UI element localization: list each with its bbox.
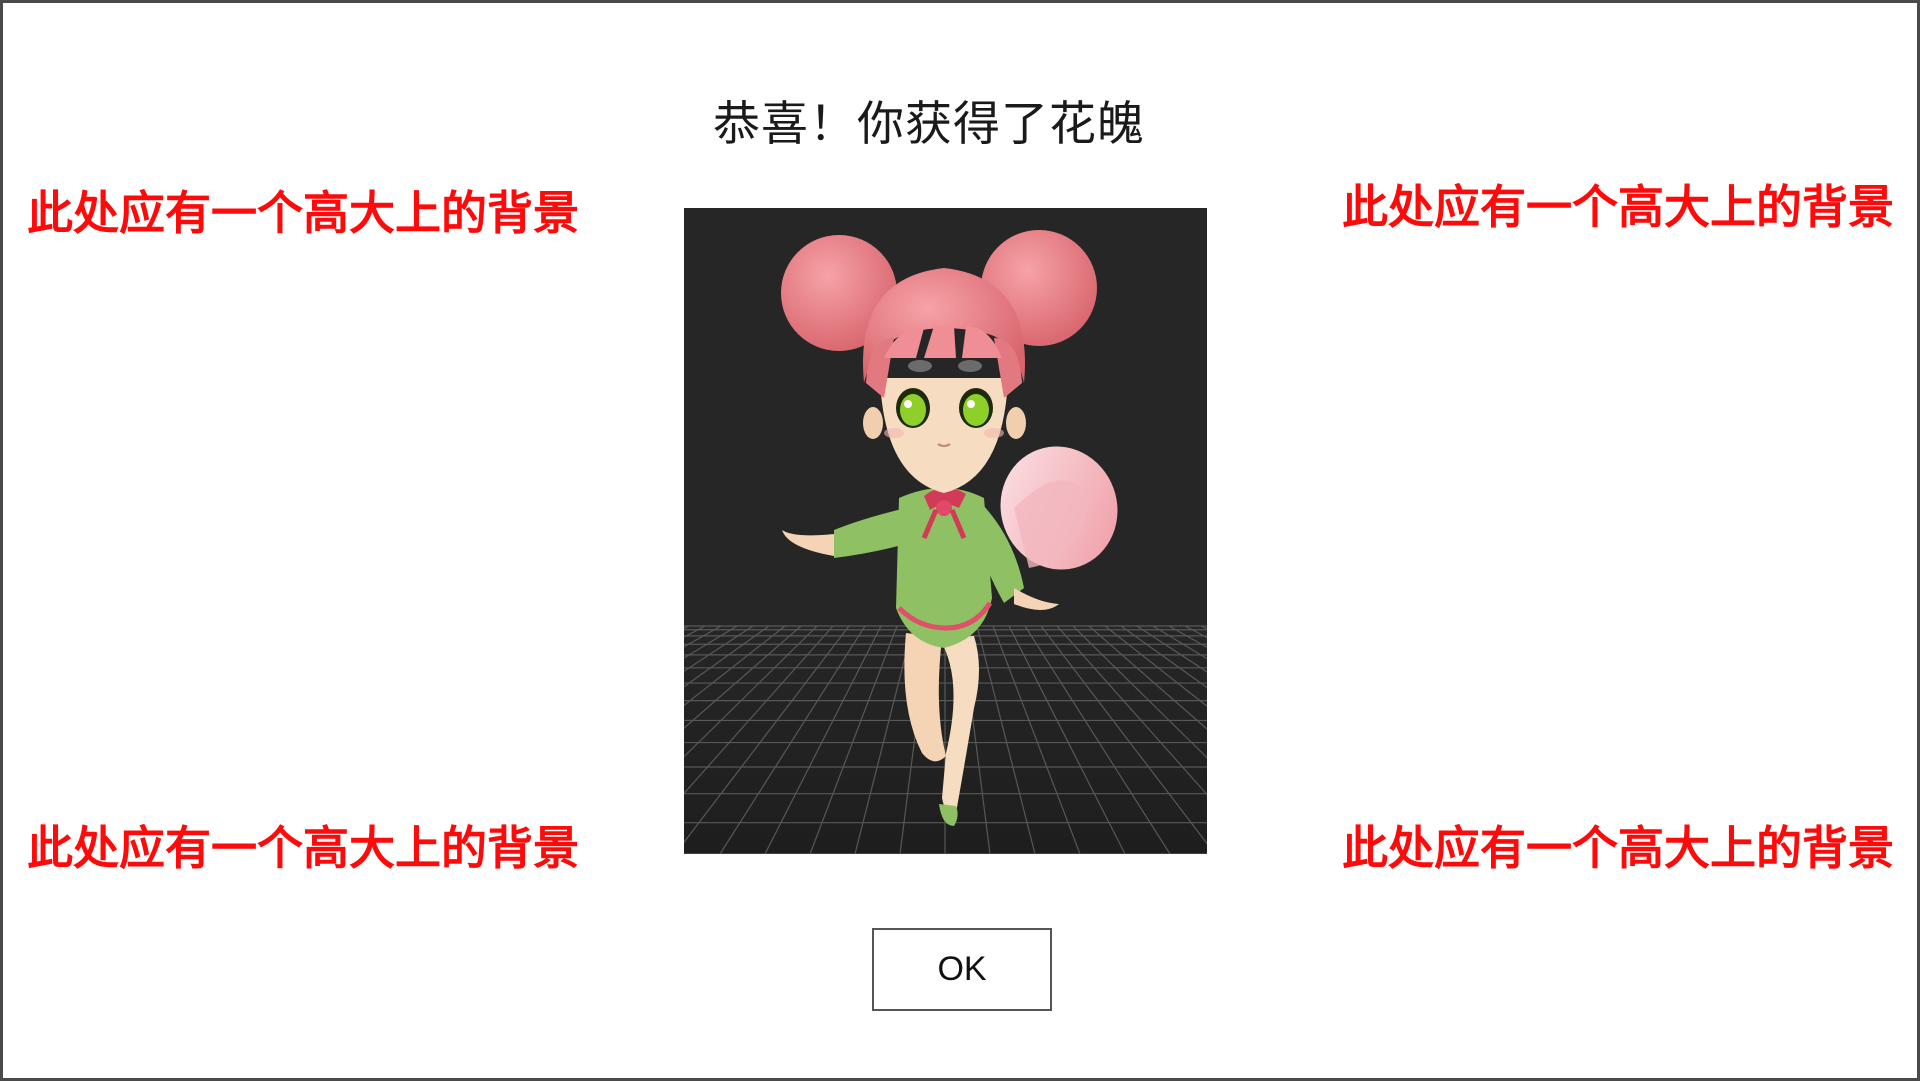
background-placeholder-top-left: 此处应有一个高大上的背景 [27, 186, 579, 240]
ok-button[interactable]: OK [872, 928, 1052, 1011]
dialog-title: 恭喜！你获得了花魄 [713, 97, 1145, 152]
background-placeholder-top-right: 此处应有一个高大上的背景 [1342, 180, 1894, 234]
background-placeholder-bottom-right: 此处应有一个高大上的背景 [1342, 821, 1894, 875]
character-portrait-svg [684, 208, 1207, 854]
character-portrait [684, 208, 1207, 854]
dialog-frame: 恭喜！你获得了花魄 此处应有一个高大上的背景 此处应有一个高大上的背景 此处应有… [0, 0, 1920, 1081]
background-placeholder-bottom-left: 此处应有一个高大上的背景 [27, 821, 579, 875]
